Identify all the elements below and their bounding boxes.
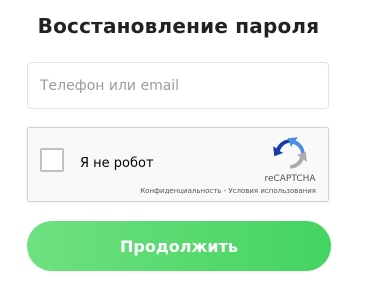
phone-or-email-input[interactable] [28, 63, 328, 108]
recaptcha-logo-icon [273, 137, 307, 169]
recaptcha-links: Конфиденциальность - Условия использован… [140, 187, 316, 195]
password-recovery-page: Восстановление пароля Я не робот reCAPTC… [0, 0, 367, 300]
recaptcha-widget: Я не робот reCAPTCHA Конфиденциальность … [27, 127, 329, 202]
privacy-link[interactable]: Конфиденциальность [140, 187, 221, 195]
recaptcha-checkbox[interactable] [40, 148, 64, 172]
terms-link[interactable]: Условия использования [228, 187, 316, 195]
recaptcha-brand: reCAPTCHA [264, 174, 316, 184]
login-field-wrapper [27, 62, 329, 109]
continue-button[interactable]: Продолжить [27, 221, 331, 271]
continue-button-label: Продолжить [120, 236, 238, 256]
recaptcha-label: Я не робот [80, 156, 154, 171]
page-title: Восстановление пароля [37, 14, 320, 38]
